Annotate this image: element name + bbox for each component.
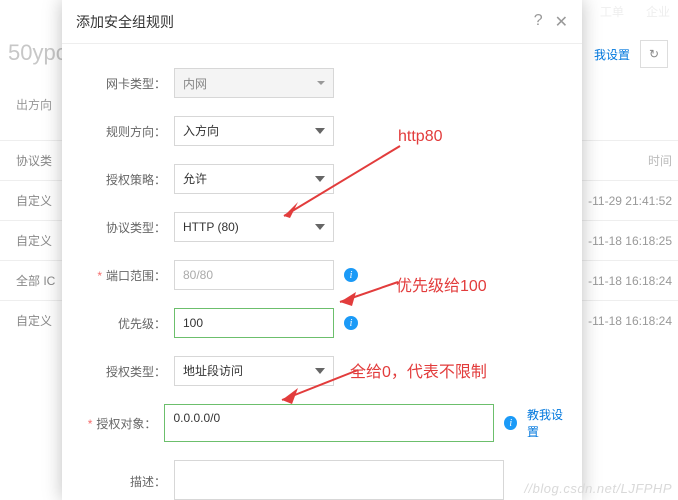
page-id: 50ypc [8, 40, 67, 66]
label-protocol: 协议类型： [74, 219, 174, 236]
label-desc: 描述： [74, 473, 174, 490]
authobj-input[interactable]: 0.0.0.0/0 [164, 404, 494, 442]
menu-ticket[interactable]: 工单 [600, 3, 624, 20]
dialog-header: 添加安全组规则 ? ✕ [62, 0, 582, 44]
tab-outbound[interactable]: 出方向 [16, 96, 52, 113]
close-icon[interactable]: ✕ [555, 12, 568, 32]
direction-select[interactable]: 入方向 [174, 116, 334, 146]
label-direction: 规则方向： [74, 123, 174, 140]
dialog-title: 添加安全组规则 [76, 12, 174, 32]
port-input[interactable] [174, 260, 334, 290]
protocol-select[interactable]: HTTP (80) [174, 212, 334, 242]
label-nic: 网卡类型： [74, 75, 174, 92]
settings-link[interactable]: 我设置 [594, 46, 630, 63]
dialog-body: 网卡类型： 内网 规则方向： 入方向 授权策略： 允许 协议类型： HTTP (… [62, 44, 582, 500]
refresh-button[interactable]: ↻ [640, 40, 668, 68]
authtype-select[interactable]: 地址段访问 [174, 356, 334, 386]
info-icon[interactable]: i [344, 316, 358, 330]
info-icon[interactable]: i [504, 416, 517, 430]
policy-select[interactable]: 允许 [174, 164, 334, 194]
label-authobj: 授权对象： [74, 415, 164, 432]
info-icon[interactable]: i [344, 268, 358, 282]
priority-input[interactable] [174, 308, 334, 338]
desc-textarea[interactable] [174, 460, 504, 500]
add-rule-dialog: 添加安全组规则 ? ✕ 网卡类型： 内网 规则方向： 入方向 授权策略： 允许 … [62, 0, 582, 500]
teach-link[interactable]: 教我设置 [527, 406, 570, 440]
label-policy: 授权策略： [74, 171, 174, 188]
label-authtype: 授权类型： [74, 363, 174, 380]
nic-select[interactable]: 内网 [174, 68, 334, 98]
label-priority: 优先级： [74, 315, 174, 332]
menu-ent[interactable]: 企业 [646, 3, 670, 20]
label-port: 端口范围： [74, 267, 174, 284]
help-icon[interactable]: ? [534, 12, 543, 32]
watermark: //blog.csdn.net/LJFPHP [524, 481, 672, 496]
